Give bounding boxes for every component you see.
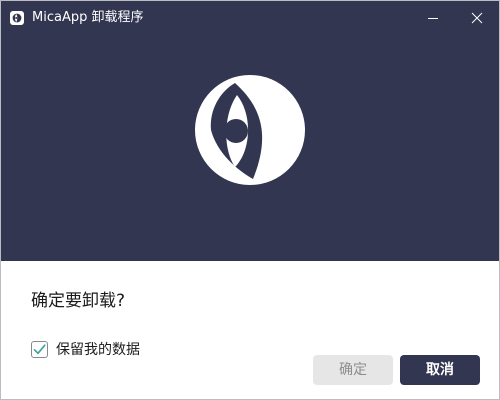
eye-logo-icon xyxy=(195,75,305,185)
app-logo-icon xyxy=(10,11,24,25)
dialog-content: 确定要卸载? 保留我的数据 确定 取消 xyxy=(1,261,499,399)
uninstaller-window: MicaApp 卸载程序 确定要卸载? 保留我的数据 确定 取消 xyxy=(0,0,500,400)
hero-banner xyxy=(1,36,499,261)
keep-data-label[interactable]: 保留我的数据 xyxy=(56,341,140,359)
confirm-button[interactable]: 确定 xyxy=(313,355,393,385)
cancel-button[interactable]: 取消 xyxy=(400,355,480,385)
close-button[interactable] xyxy=(455,1,499,36)
window-title: MicaApp 卸载程序 xyxy=(32,10,144,25)
checkmark-icon xyxy=(33,344,46,355)
keep-data-checkbox[interactable] xyxy=(31,341,48,358)
title-bar[interactable]: MicaApp 卸载程序 xyxy=(1,1,499,36)
minimize-button[interactable] xyxy=(411,1,455,36)
close-icon xyxy=(471,12,483,24)
confirm-question: 确定要卸载? xyxy=(31,291,126,311)
minimize-icon xyxy=(428,18,438,19)
